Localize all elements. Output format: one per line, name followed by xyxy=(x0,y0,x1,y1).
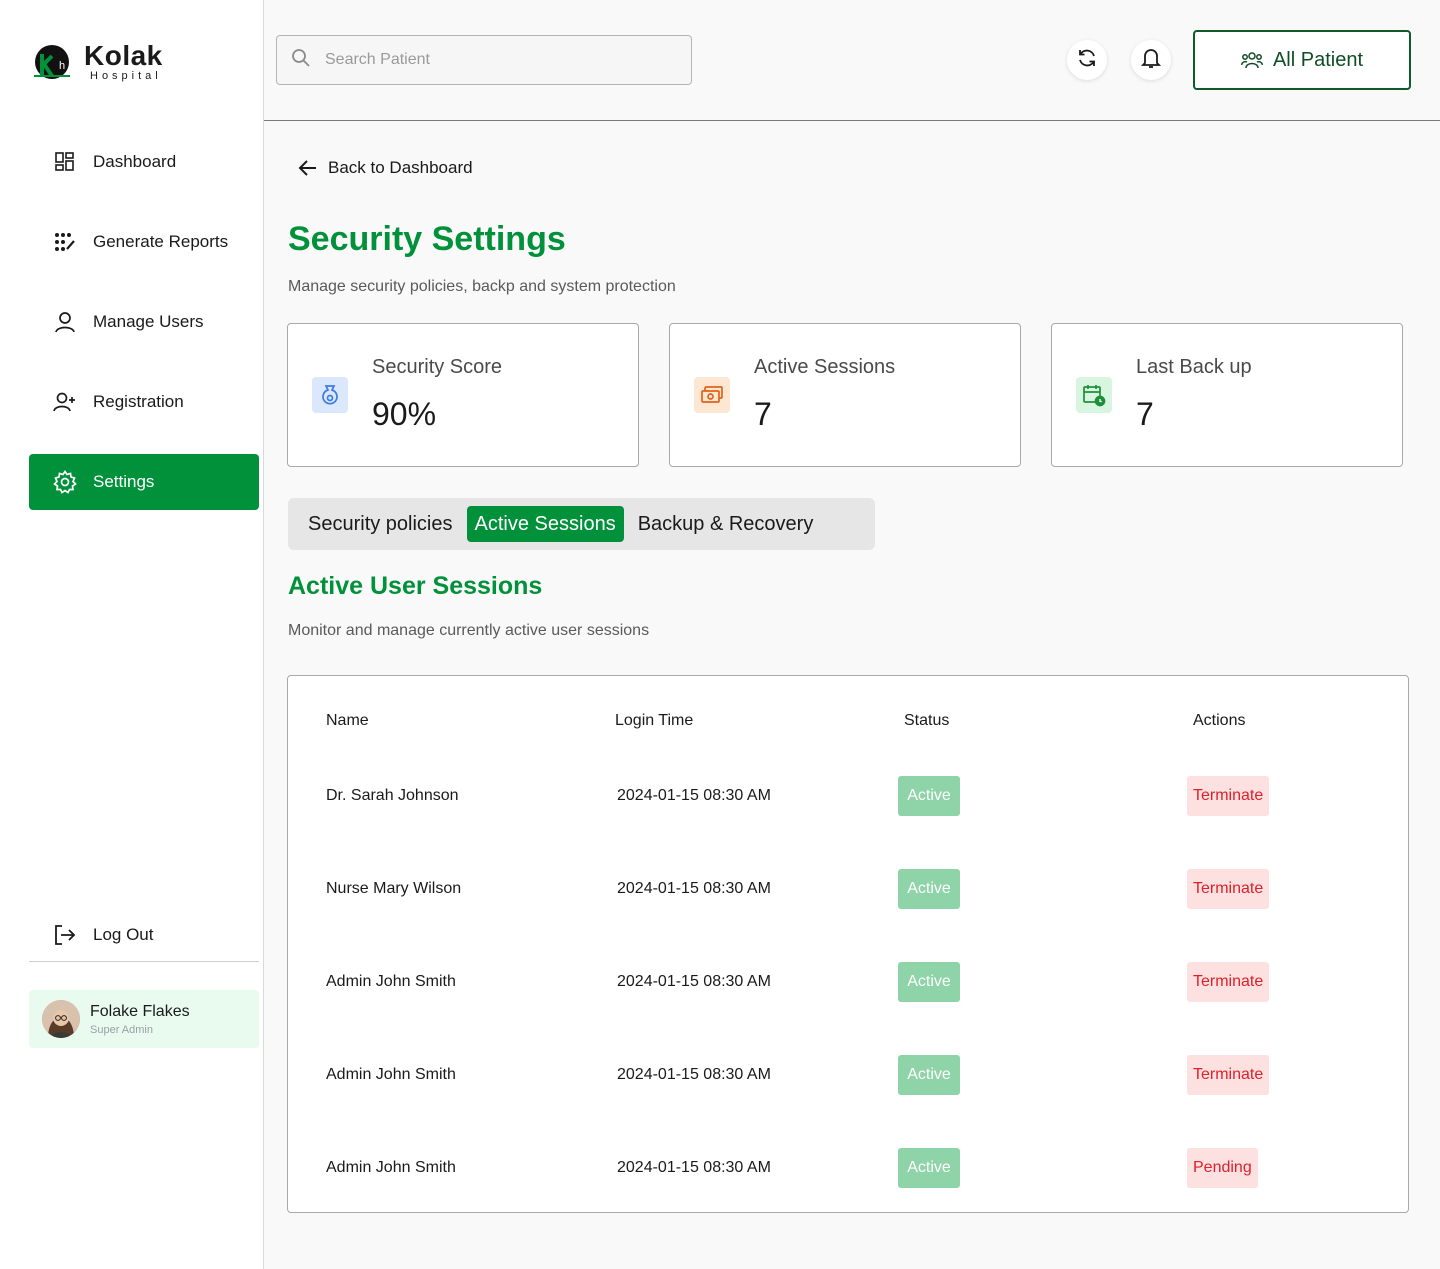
status-badge: Active xyxy=(898,962,960,1002)
card-value: 90% xyxy=(372,396,437,432)
status-badge: Active xyxy=(898,869,960,909)
user-add-icon xyxy=(53,390,77,414)
column-header-login-time: Login Time xyxy=(615,712,694,729)
session-name: Nurse Mary Wilson xyxy=(326,880,462,897)
security-score-card: Security Score 90% xyxy=(287,323,639,467)
status-badge: Active xyxy=(898,1148,960,1188)
table-row: Nurse Mary Wilson 2024-01-15 08:30 AM Ac… xyxy=(288,869,1408,911)
sidebar-item-manage-users[interactable]: Manage Users xyxy=(29,294,259,350)
table-row: Admin John Smith 2024-01-15 08:30 AM Act… xyxy=(288,1148,1408,1190)
settings-tabs: Security policies Active Sessions Backup… xyxy=(288,498,875,550)
brand-name: Kolak xyxy=(84,40,163,71)
tab-backup-recovery[interactable]: Backup & Recovery xyxy=(630,506,822,542)
column-header-name: Name xyxy=(326,712,369,729)
brand-subtitle: Hospital xyxy=(90,70,162,82)
session-name: Dr. Sarah Johnson xyxy=(326,787,459,804)
users-group-icon xyxy=(1240,51,1263,69)
logout-label: Log Out xyxy=(93,924,154,944)
svg-text:h: h xyxy=(59,60,65,72)
sidebar-item-generate-reports[interactable]: Generate Reports xyxy=(29,214,259,270)
logout-icon xyxy=(53,923,77,947)
terminate-button[interactable]: Terminate xyxy=(1187,776,1270,816)
sidebar-item-registration[interactable]: Registration xyxy=(29,374,259,430)
sidebar-item-label: Generate Reports xyxy=(93,232,229,251)
column-header-actions: Actions xyxy=(1193,712,1246,729)
column-header-status: Status xyxy=(904,712,950,729)
user-icon xyxy=(53,310,77,334)
refresh-icon xyxy=(1076,47,1098,74)
terminate-button[interactable]: Terminate xyxy=(1187,962,1270,1002)
sessions-table: Name Login Time Status Actions Dr. Sarah… xyxy=(287,675,1409,1213)
profile-role: Super Admin xyxy=(90,1023,153,1036)
session-name: Admin John Smith xyxy=(326,1159,456,1176)
refresh-button[interactable] xyxy=(1067,40,1107,80)
calendar-clock-icon xyxy=(1076,377,1112,413)
section-subtitle: Monitor and manage currently active user… xyxy=(288,622,650,639)
card-label: Security Score xyxy=(372,356,503,378)
reports-dots-icon xyxy=(53,230,77,254)
session-name: Admin John Smith xyxy=(326,1066,456,1083)
section-title: Active User Sessions xyxy=(288,572,543,600)
session-login-time: 2024-01-15 08:30 AM xyxy=(617,973,771,990)
table-row: Admin John Smith 2024-01-15 08:30 AM Act… xyxy=(288,962,1408,1004)
pending-button[interactable]: Pending xyxy=(1187,1148,1258,1188)
session-login-time: 2024-01-15 08:30 AM xyxy=(617,787,771,804)
sidebar-item-label: Registration xyxy=(93,392,184,411)
search-icon xyxy=(291,48,311,73)
shield-bag-icon xyxy=(312,377,348,413)
logo-mark-icon: h xyxy=(30,40,78,84)
sidebar-item-settings[interactable]: Settings xyxy=(29,454,259,510)
all-patient-label: All Patient xyxy=(1272,48,1364,71)
table-row: Admin John Smith 2024-01-15 08:30 AM Act… xyxy=(288,1055,1408,1097)
sidebar-item-label: Settings xyxy=(93,472,155,491)
back-to-dashboard-link[interactable]: Back to Dashboard xyxy=(298,158,473,178)
card-value: 7 xyxy=(754,396,772,432)
sidebar-item-dashboard[interactable]: Dashboard xyxy=(29,134,259,190)
search-box[interactable] xyxy=(276,35,692,85)
all-patient-button[interactable]: All Patient xyxy=(1193,30,1411,90)
search-input[interactable] xyxy=(325,51,665,69)
table-row: Dr. Sarah Johnson 2024-01-15 08:30 AM Ac… xyxy=(288,776,1408,818)
user-profile-card[interactable]: Folake Flakes Super Admin xyxy=(29,990,259,1048)
gear-icon xyxy=(53,470,77,494)
dashboard-grid-icon xyxy=(53,150,77,174)
brand-logo[interactable]: h Kolak Hospital xyxy=(30,40,163,84)
tab-security-policies[interactable]: Security policies xyxy=(294,506,461,542)
card-label: Active Sessions xyxy=(754,356,896,378)
tab-active-sessions[interactable]: Active Sessions xyxy=(466,506,624,542)
card-value: 7 xyxy=(1136,396,1154,432)
bell-icon xyxy=(1140,47,1162,74)
sidebar-item-label: Dashboard xyxy=(93,152,177,171)
sidebar: h Kolak Hospital Dashboard Generate Repo… xyxy=(0,0,264,1269)
terminate-button[interactable]: Terminate xyxy=(1187,869,1270,909)
logout-button[interactable]: Log Out xyxy=(29,908,259,962)
terminate-button[interactable]: Terminate xyxy=(1187,1055,1270,1095)
session-login-time: 2024-01-15 08:30 AM xyxy=(617,1066,771,1083)
arrow-left-icon xyxy=(298,159,318,177)
page-subtitle: Manage security policies, backp and syst… xyxy=(288,278,676,295)
notifications-button[interactable] xyxy=(1131,40,1171,80)
profile-name: Folake Flakes xyxy=(90,1002,190,1020)
session-name: Admin John Smith xyxy=(326,973,456,990)
topbar: All Patient xyxy=(264,0,1440,121)
status-badge: Active xyxy=(898,776,960,816)
session-login-time: 2024-01-15 08:30 AM xyxy=(617,1159,771,1176)
session-login-time: 2024-01-15 08:30 AM xyxy=(617,880,771,897)
avatar xyxy=(42,1000,80,1038)
active-sessions-card: Active Sessions 7 xyxy=(669,323,1021,467)
money-sessions-icon xyxy=(694,377,730,413)
card-label: Last Back up xyxy=(1136,356,1252,378)
page-title: Security Settings xyxy=(288,220,566,258)
status-badge: Active xyxy=(898,1055,960,1095)
sidebar-item-label: Manage Users xyxy=(93,312,204,331)
back-label: Back to Dashboard xyxy=(328,158,473,177)
last-backup-card: Last Back up 7 xyxy=(1051,323,1403,467)
